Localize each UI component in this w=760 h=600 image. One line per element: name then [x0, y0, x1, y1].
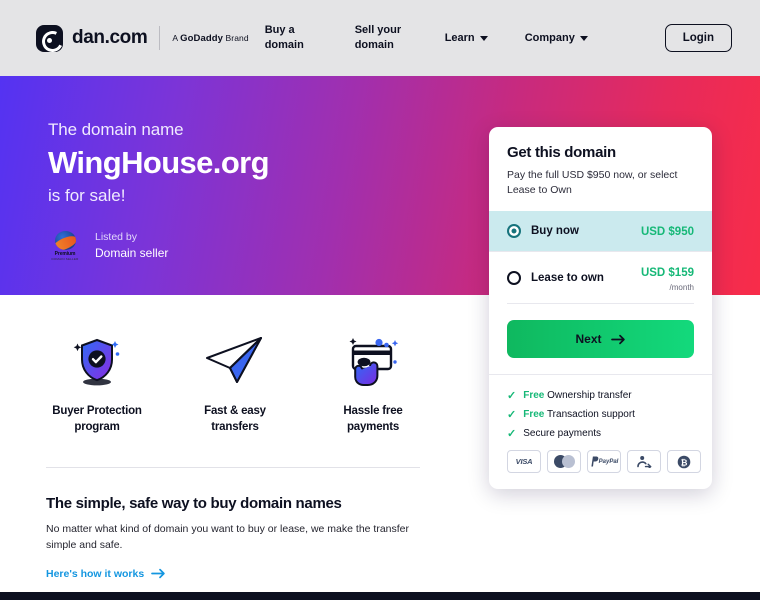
mastercard-icon	[547, 450, 581, 474]
price-value: USD $950	[640, 226, 694, 239]
nav-item-company[interactable]: Company	[525, 31, 605, 46]
paypal-glyph-icon	[591, 456, 599, 467]
brand-logo[interactable]: dan.com	[36, 24, 148, 52]
arrow-right-icon	[610, 334, 625, 345]
price-unit: /month	[669, 283, 694, 293]
arrow-right-icon	[151, 568, 165, 579]
site-header: dan.com A GoDaddy Brand Buy a domain Sel…	[0, 0, 760, 76]
check-icon: ✓	[507, 390, 517, 403]
card-description: Pay the full USD $950 now, or select Lea…	[507, 169, 678, 197]
visa-icon: VISA	[507, 450, 541, 474]
feature-buyer-protection: Buyer Protection program	[28, 330, 166, 435]
perk-secure-payments: ✓ Secure payments	[507, 427, 694, 440]
option-lease-to-own-price: USD $159 /month	[641, 263, 694, 292]
check-icon: ✓	[507, 409, 517, 422]
paypal-icon: PayPal	[587, 450, 621, 474]
feature-label: Hassle free payments	[343, 405, 403, 433]
seller-listed-label: Listed by	[95, 230, 138, 243]
get-this-domain-card: Get this domain Pay the full USD $950 no…	[489, 127, 712, 490]
main-nav: Buy a domain Sell your domain Learn Comp…	[265, 23, 605, 53]
card-footer: ✓ Free Ownership transfer ✓ Free Transac…	[489, 374, 712, 489]
option-lease-to-own[interactable]: Lease to own USD $159 /month	[489, 251, 712, 303]
page-root: dan.com A GoDaddy Brand Buy a domain Sel…	[0, 0, 760, 600]
info-title: The simple, safe way to buy domain names	[46, 495, 342, 512]
nav-item-learn[interactable]: Learn	[445, 31, 525, 46]
bank-transfer-icon	[627, 450, 661, 474]
bank-transfer-glyph-icon	[636, 456, 651, 469]
perk-label: Ownership transfer	[544, 390, 632, 402]
feature-label: Buyer Protection program	[52, 405, 142, 433]
nav-item-buy-a-domain[interactable]: Buy a domain	[265, 23, 355, 53]
dan-logo-icon	[36, 24, 63, 52]
brand-name: dan.com	[72, 27, 148, 48]
how-it-works-link[interactable]: Here's how it works	[46, 568, 166, 580]
nav-item-learn-label: Learn	[444, 31, 475, 44]
badge-subtitle: DOMAIN SELLER	[51, 256, 79, 261]
bitcoin-glyph-icon: ₿	[677, 455, 691, 469]
check-icon: ✓	[507, 428, 517, 441]
godaddy-prefix: A	[172, 32, 181, 43]
perk-label: Secure payments	[523, 428, 602, 440]
radio-lease-to-own[interactable]	[507, 270, 521, 285]
perk-highlight: Free	[523, 390, 545, 402]
option-buy-now-price: USD $950	[641, 222, 694, 240]
godaddy-brand-tag: A GoDaddy Brand	[172, 33, 248, 44]
section-divider	[46, 467, 420, 468]
shield-check-icon	[28, 330, 166, 392]
perk-label: Transaction support	[544, 409, 635, 421]
nav-item-sell-your-domain[interactable]: Sell your domain	[355, 23, 445, 53]
globe-icon	[54, 230, 76, 250]
footer-strip	[0, 592, 760, 600]
card-header: Get this domain Pay the full USD $950 no…	[489, 127, 712, 211]
next-button-wrap: Next	[489, 304, 712, 374]
paper-plane-icon	[166, 330, 304, 392]
seller-name: Domain seller	[95, 245, 169, 260]
next-button-label: Next	[575, 332, 602, 347]
chevron-down-icon	[479, 35, 488, 41]
bitcoin-icon: ₿	[667, 450, 701, 474]
feature-fast-easy-transfers: Fast & easy transfers	[166, 330, 304, 435]
login-button[interactable]: Login	[664, 24, 732, 52]
info-text: No matter what kind of domain you want t…	[46, 523, 410, 552]
price-value: USD $159	[640, 267, 694, 280]
feature-label: Fast & easy transfers	[204, 405, 266, 433]
option-lease-to-own-label: Lease to own	[531, 271, 604, 284]
premium-seller-badge-icon: Premium DOMAIN SELLER	[48, 230, 82, 261]
perk-ownership-transfer: ✓ Free Ownership transfer	[507, 389, 694, 402]
mastercard-circles	[553, 455, 575, 469]
feature-hassle-free-payments: Hassle free payments	[304, 330, 442, 435]
how-it-works-label: Here's how it works	[46, 567, 145, 580]
svg-text:₿: ₿	[681, 457, 688, 467]
seller-text: Listed by Domain seller	[95, 230, 168, 263]
card-title: Get this domain	[507, 144, 616, 161]
godaddy-name: GoDaddy	[180, 32, 224, 44]
chevron-down-icon	[579, 35, 588, 41]
credit-card-hand-icon	[304, 330, 442, 392]
payment-methods: VISA PayPal ₿	[507, 450, 701, 474]
perk-transaction-support: ✓ Free Transaction support	[507, 408, 694, 421]
godaddy-suffix: Brand	[223, 32, 249, 43]
option-buy-now[interactable]: Buy now USD $950	[489, 211, 712, 252]
perk-highlight: Free	[523, 409, 545, 421]
radio-buy-now[interactable]	[507, 224, 521, 239]
feature-list: Buyer Protection program Fast & easy tra…	[0, 330, 470, 435]
visa-label: VISA	[515, 457, 533, 467]
paypal-label: PayPal	[598, 458, 619, 465]
option-buy-now-label: Buy now	[531, 225, 579, 238]
next-button[interactable]: Next	[507, 320, 694, 359]
nav-item-company-label: Company	[524, 31, 575, 44]
brand-divider	[159, 26, 161, 50]
info-section: The simple, safe way to buy domain names…	[46, 495, 436, 582]
